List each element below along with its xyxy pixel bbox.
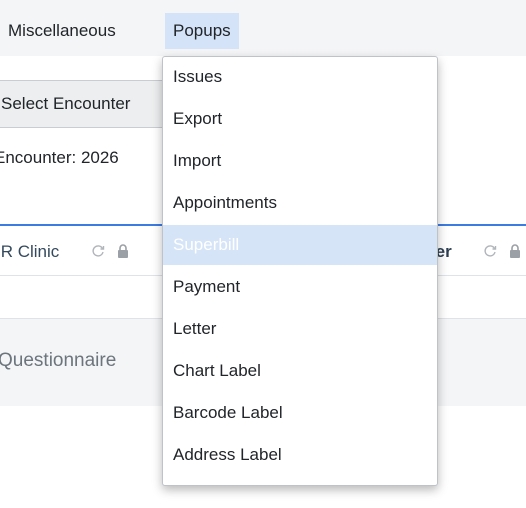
tab-ir-clinic[interactable]: IR Clinic [0, 224, 175, 276]
menu-item-payment[interactable]: Payment [163, 270, 437, 304]
lock-icon[interactable] [116, 243, 130, 264]
menu-miscellaneous[interactable]: Miscellaneous [2, 13, 122, 49]
menu-item-letter[interactable]: Letter [163, 312, 437, 346]
menu-item-chart-label[interactable]: Chart Label [163, 354, 437, 388]
menu-item-barcode-label[interactable]: Barcode Label [163, 396, 437, 430]
menu-item-superbill[interactable]: Superbill [163, 225, 437, 265]
current-encounter-label: Encounter: 2026 [0, 148, 119, 167]
refresh-icon[interactable] [482, 243, 498, 264]
menu-item-issues[interactable]: Issues [163, 60, 437, 94]
popups-dropdown-menu: Issues Export Import Appointments Superb… [162, 56, 438, 486]
tab-label: IR Clinic [0, 242, 60, 261]
menu-item-export[interactable]: Export [163, 102, 437, 136]
refresh-icon[interactable] [90, 243, 106, 264]
tab-encounter[interactable]: ter [430, 224, 526, 276]
card-title: Questionnaire [0, 350, 117, 371]
menu-item-address-label[interactable]: Address Label [163, 438, 437, 472]
top-menubar: Miscellaneous Popups [0, 0, 526, 56]
select-encounter-button[interactable]: Select Encounter [0, 80, 170, 128]
menu-item-appointments[interactable]: Appointments [163, 186, 437, 220]
menu-popups[interactable]: Popups [165, 13, 239, 49]
lock-icon[interactable] [508, 243, 522, 264]
menu-item-import[interactable]: Import [163, 144, 437, 178]
